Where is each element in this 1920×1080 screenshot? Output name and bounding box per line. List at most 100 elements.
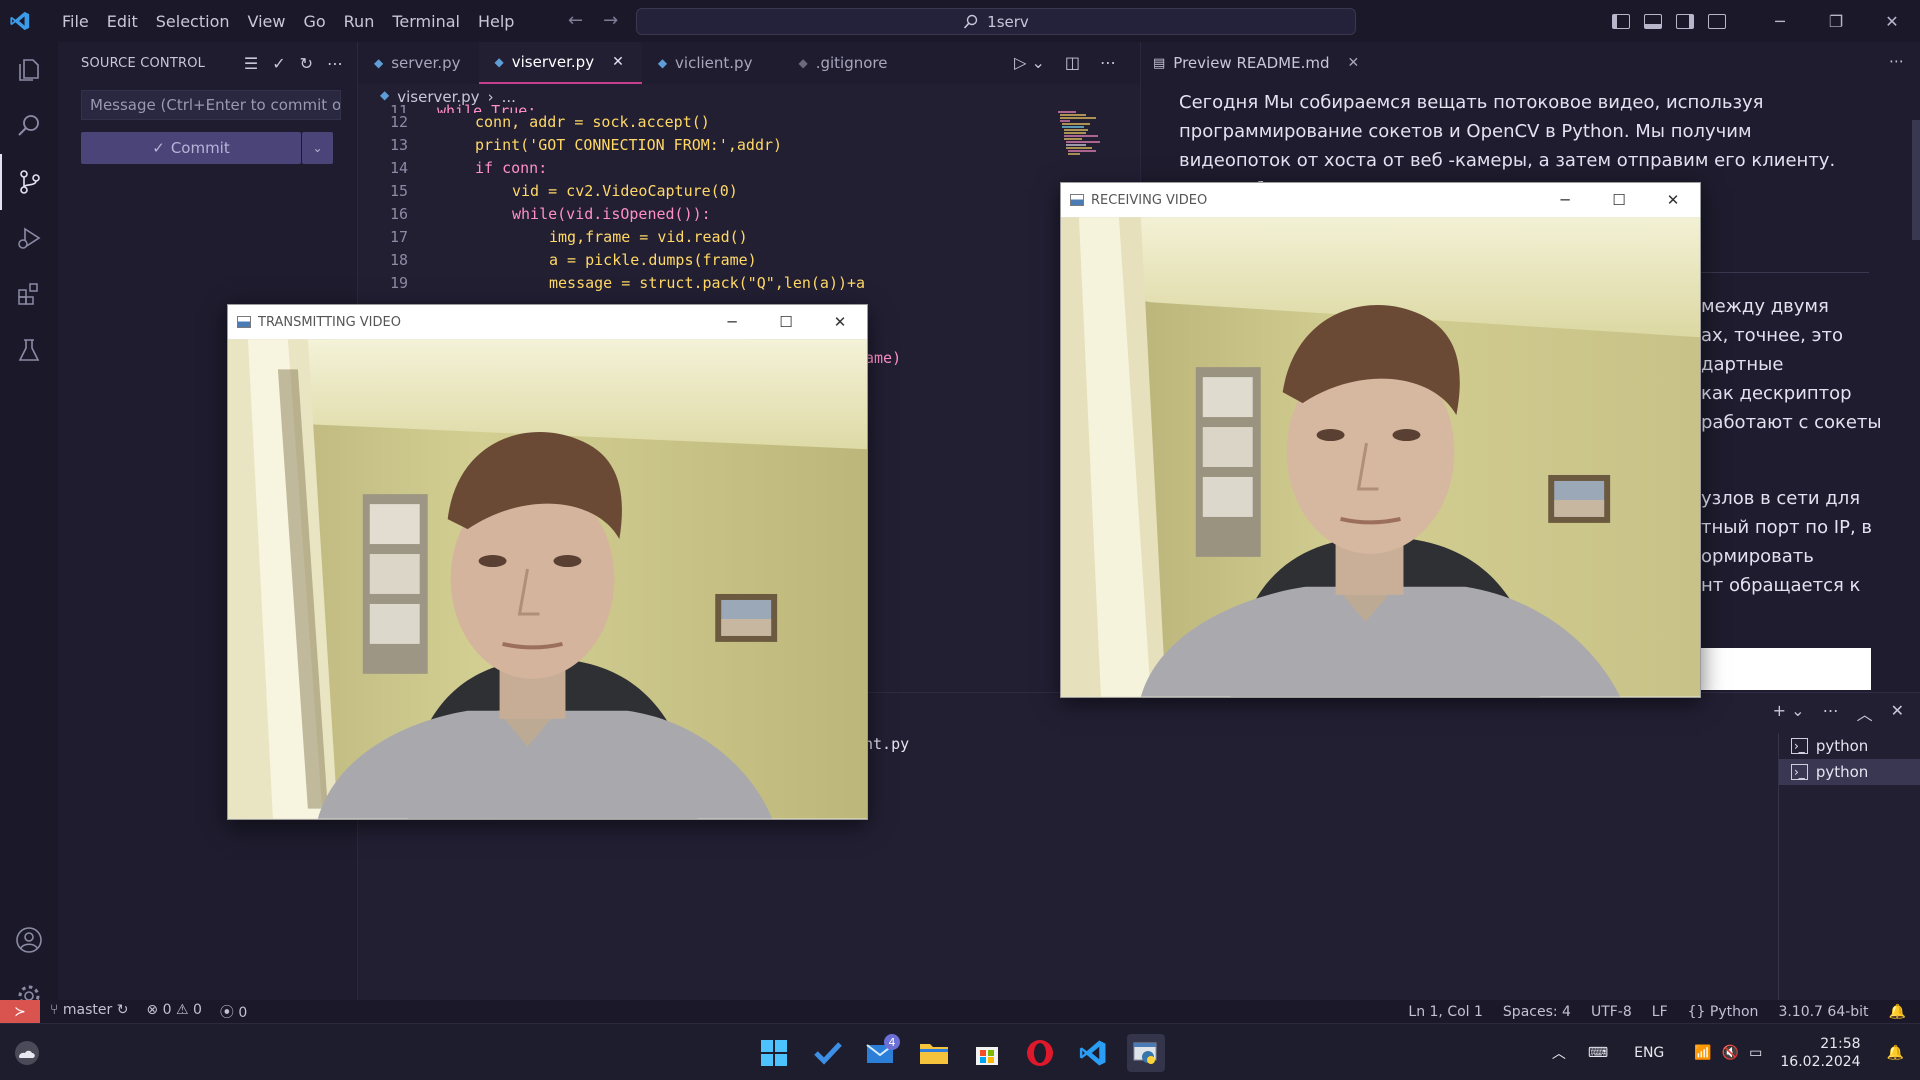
new-terminal-icon[interactable]: + ⌄ — [1773, 701, 1805, 725]
weather-icon[interactable] — [8, 1034, 46, 1072]
terminal-session[interactable]: ›_ python — [1779, 733, 1920, 759]
notification-center-icon[interactable]: 🔔 — [1887, 1045, 1904, 1061]
back-arrow-icon[interactable]: ← — [568, 10, 583, 31]
language-label: Python — [1709, 1003, 1759, 1020]
wifi-icon[interactable]: 📶 — [1694, 1045, 1711, 1061]
mail-app-icon[interactable]: 4 — [862, 1034, 900, 1072]
editor-actions: ▷ ⌄ ◫ ⋯ — [1014, 53, 1116, 72]
opera-browser-icon[interactable] — [1021, 1034, 1059, 1072]
end-of-line[interactable]: LF — [1652, 1004, 1668, 1020]
run-debug-icon[interactable] — [0, 210, 58, 266]
maximize-icon[interactable]: ☐ — [759, 313, 813, 331]
vscode-taskbar-icon[interactable] — [1074, 1034, 1112, 1072]
microsoft-store-icon[interactable] — [968, 1034, 1006, 1072]
toggle-panel-icon[interactable] — [1644, 13, 1662, 29]
maximize-icon[interactable]: ☐ — [1592, 191, 1646, 209]
ports-status[interactable]: ⦿ 0 — [220, 1002, 247, 1022]
split-editor-icon[interactable]: ◫ — [1065, 53, 1080, 72]
minimize-icon[interactable]: ─ — [1752, 0, 1808, 42]
toggle-sidebar-icon[interactable] — [1612, 13, 1630, 29]
command-center-search[interactable]: 1serv — [636, 8, 1356, 35]
extensions-icon[interactable] — [0, 266, 58, 322]
close-tab-icon[interactable]: ✕ — [1348, 55, 1360, 71]
line-number: 15 — [389, 182, 408, 200]
window-title-bar[interactable]: TRANSMITTING VIDEO ─ ☐ ✕ — [228, 305, 867, 339]
language-indicator[interactable]: ENG — [1634, 1045, 1664, 1061]
run-python-file-icon[interactable]: ▷ ⌄ — [1014, 53, 1045, 72]
python-interpreter[interactable]: 3.10.7 64-bit — [1778, 1004, 1868, 1020]
forward-arrow-icon[interactable]: → — [603, 10, 618, 31]
minimize-icon[interactable]: ─ — [1538, 191, 1592, 209]
commit-button[interactable]: ✓ Commit — [81, 132, 301, 164]
windows-start-icon[interactable] — [755, 1034, 793, 1072]
vscode-logo-icon — [10, 11, 30, 31]
language-mode[interactable]: {} Python — [1688, 1004, 1759, 1020]
encoding[interactable]: UTF-8 — [1591, 1004, 1632, 1020]
terminal-session[interactable]: ›_ python — [1779, 759, 1920, 785]
preview-scrollbar[interactable] — [1912, 120, 1920, 240]
restore-icon[interactable]: ❐ — [1808, 0, 1864, 42]
cursor-position[interactable]: Ln 1, Col 1 — [1408, 1004, 1483, 1020]
menu-view[interactable]: View — [239, 12, 295, 31]
warning-count: 0 — [193, 1001, 202, 1018]
volume-muted-icon[interactable]: 🔇 — [1722, 1045, 1739, 1061]
branch-name: master — [62, 1001, 113, 1018]
menu-selection[interactable]: Selection — [147, 12, 239, 31]
tab-gitignore[interactable]: ◆ .gitignore — [770, 42, 905, 84]
close-panel-icon[interactable]: ✕ — [1891, 701, 1904, 725]
editor-more-icon[interactable]: ⋯ — [1100, 53, 1116, 72]
accounts-icon[interactable] — [0, 912, 58, 968]
more-actions-icon[interactable]: ⋯ — [327, 54, 343, 73]
explorer-icon[interactable] — [0, 42, 58, 98]
tab-server-py[interactable]: ◆ server.py — [358, 42, 479, 84]
menu-run[interactable]: Run — [335, 12, 384, 31]
minimize-icon[interactable]: ─ — [705, 313, 759, 331]
menu-help[interactable]: Help — [469, 12, 523, 31]
refresh-icon[interactable]: ↻ — [300, 54, 313, 73]
notifications-bell-icon[interactable]: 🔔 — [1889, 1004, 1906, 1020]
search-sidebar-icon[interactable] — [0, 98, 58, 154]
maximize-panel-icon[interactable]: ︿ — [1857, 701, 1873, 725]
close-tab-icon[interactable]: ✕ — [612, 54, 624, 70]
problems-status[interactable]: ⊗ 0 ⚠ 0 — [146, 1002, 202, 1022]
indentation[interactable]: Spaces: 4 — [1503, 1004, 1571, 1020]
display-icon[interactable]: ⌨ — [1588, 1045, 1608, 1061]
window-title-bar[interactable]: RECEIVING VIDEO ─ ☐ ✕ — [1061, 183, 1700, 217]
terminal-output[interactable]: nt.py — [864, 735, 909, 753]
menu-go[interactable]: Go — [294, 12, 334, 31]
show-hidden-icons-icon[interactable]: ︿ — [1552, 1043, 1566, 1063]
transmitting-video-window[interactable]: TRANSMITTING VIDEO ─ ☐ ✕ — [227, 304, 868, 820]
clock-time: 21:58 — [1820, 1035, 1861, 1052]
commit-message-input[interactable]: Message (Ctrl+Enter to commit o... — [81, 90, 341, 120]
terminal-icon: ›_ — [1791, 738, 1808, 754]
commit-dropdown-button[interactable]: ⌄ — [302, 132, 333, 164]
file-explorer-icon[interactable] — [915, 1034, 953, 1072]
battery-icon[interactable]: ▭ — [1749, 1045, 1762, 1061]
commit-check-icon[interactable]: ✓ — [272, 54, 285, 73]
customize-layout-icon[interactable] — [1708, 13, 1726, 29]
source-control-icon[interactable] — [0, 154, 58, 210]
code-area[interactable]: 11 while True: 12 conn, addr = sock.acce… — [358, 102, 1058, 297]
toggle-secondary-sidebar-icon[interactable] — [1676, 13, 1694, 29]
video-frame-receive — [1061, 217, 1700, 697]
preview-more-icon[interactable]: ⋯ — [1889, 52, 1904, 70]
python-taskbar-icon[interactable] — [1127, 1034, 1165, 1072]
close-window-icon[interactable]: ✕ — [1864, 0, 1920, 42]
menu-edit[interactable]: Edit — [98, 12, 147, 31]
tab-viclient-py[interactable]: ◆ viclient.py — [642, 42, 771, 84]
todo-app-icon[interactable] — [809, 1034, 847, 1072]
remote-indicator-icon[interactable]: ≻ — [0, 1000, 40, 1023]
view-as-tree-icon[interactable]: ☰ — [244, 54, 258, 73]
testing-flask-icon[interactable] — [0, 322, 58, 378]
minimap[interactable] — [1056, 108, 1114, 168]
panel-more-icon[interactable]: ⋯ — [1823, 701, 1839, 725]
clock[interactable]: 21:58 16.02.2024 — [1780, 1035, 1860, 1071]
tab-viserver-py[interactable]: ◆ viserver.py ✕ — [478, 42, 642, 84]
branch-status[interactable]: ⑂ master ↻ — [50, 1002, 128, 1022]
menu-terminal[interactable]: Terminal — [383, 12, 469, 31]
tab-preview-readme[interactable]: ▤ Preview README.md ✕ — [1141, 42, 1377, 84]
receiving-video-window[interactable]: RECEIVING VIDEO ─ ☐ ✕ — [1060, 182, 1701, 698]
close-icon[interactable]: ✕ — [813, 313, 867, 331]
menu-file[interactable]: File — [53, 12, 98, 31]
close-icon[interactable]: ✕ — [1646, 191, 1700, 209]
